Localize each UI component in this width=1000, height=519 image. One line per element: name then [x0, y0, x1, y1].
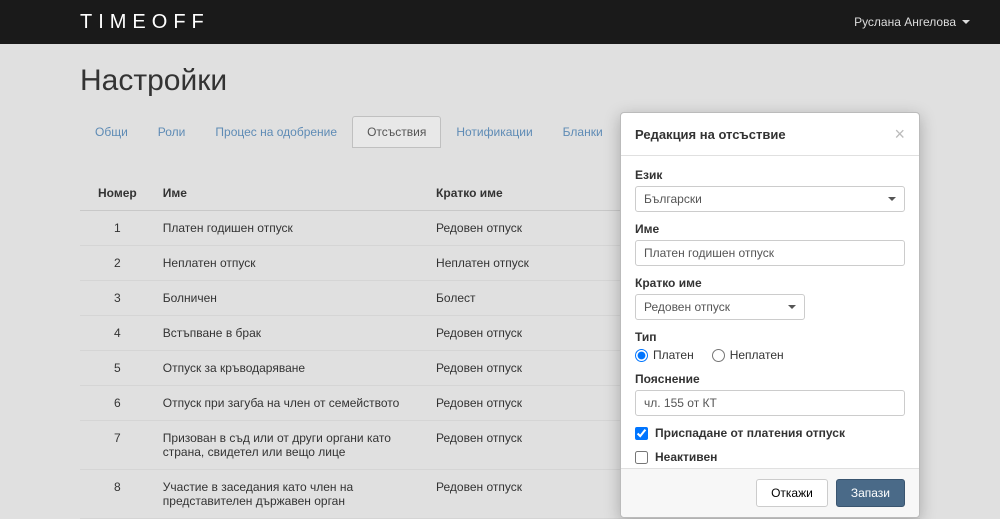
language-value: Български — [644, 192, 702, 206]
cell-name: Болничен — [155, 281, 428, 316]
tab-roles[interactable]: Роли — [143, 116, 201, 148]
checkbox-deduct-label: Приспадане от платения отпуск — [655, 426, 845, 440]
cell-short: Редовен отпуск — [428, 386, 619, 421]
name-input[interactable] — [635, 240, 905, 266]
label-desc: Пояснение — [635, 372, 905, 386]
modal-title: Редакция на отсъствие — [635, 127, 786, 142]
label-name: Име — [635, 222, 905, 236]
cell-num: 5 — [80, 351, 155, 386]
tab-templates[interactable]: Бланки — [548, 116, 618, 148]
cell-name: Отпуск при загуба на член от семейството — [155, 386, 428, 421]
short-name-select[interactable]: Редовен отпуск — [635, 294, 805, 320]
language-select[interactable]: Български — [635, 186, 905, 212]
tab-notifications[interactable]: Нотификации — [441, 116, 547, 148]
page-title: Настройки — [80, 64, 920, 98]
cell-name: Участие в заседания като член на предста… — [155, 470, 428, 519]
tab-absences[interactable]: Отсъствия — [352, 116, 441, 148]
checkbox-inactive-input[interactable] — [635, 451, 648, 464]
modal-header: Редакция на отсъствие × — [621, 113, 919, 156]
checkbox-inactive[interactable]: Неактивен — [635, 450, 905, 464]
radio-paid-label: Платен — [653, 348, 694, 362]
checkbox-inactive-label: Неактивен — [655, 450, 717, 464]
cancel-button[interactable]: Откажи — [756, 479, 828, 507]
radio-paid[interactable]: Платен — [635, 348, 694, 362]
cell-name: Встъпване в брак — [155, 316, 428, 351]
modal-footer: Откажи Запази — [621, 468, 919, 517]
desc-input[interactable] — [635, 390, 905, 416]
save-button[interactable]: Запази — [836, 479, 905, 507]
cell-num: 7 — [80, 421, 155, 470]
label-short: Кратко име — [635, 276, 905, 290]
chevron-down-icon — [962, 20, 970, 24]
cell-num: 8 — [80, 470, 155, 519]
chevron-down-icon — [788, 305, 796, 309]
chevron-down-icon — [888, 197, 896, 201]
cell-short: Редовен отпуск — [428, 470, 619, 519]
cell-short: Болест — [428, 281, 619, 316]
cell-short: Неплатен отпуск — [428, 246, 619, 281]
checkbox-deduct[interactable]: Приспадане от платения отпуск — [635, 426, 905, 440]
label-language: Език — [635, 168, 905, 182]
th-short: Кратко име — [428, 176, 619, 211]
cell-short: Редовен отпуск — [428, 316, 619, 351]
tab-approval[interactable]: Процес на одобрение — [200, 116, 352, 148]
user-menu[interactable]: Руслана Ангелова — [854, 15, 970, 29]
cell-name: Неплатен отпуск — [155, 246, 428, 281]
edit-absence-modal: Редакция на отсъствие × Език Български И… — [620, 112, 920, 518]
cell-num: 4 — [80, 316, 155, 351]
checkbox-deduct-input[interactable] — [635, 427, 648, 440]
user-name: Руслана Ангелова — [854, 15, 956, 29]
modal-body: Език Български Име Кратко име Редовен от… — [621, 156, 919, 468]
cell-name: Призован в съд или от други органи като … — [155, 421, 428, 470]
radio-unpaid-input[interactable] — [712, 349, 725, 362]
label-type: Тип — [635, 330, 905, 344]
tab-general[interactable]: Общи — [80, 116, 143, 148]
cell-num: 1 — [80, 211, 155, 246]
cell-num: 2 — [80, 246, 155, 281]
radio-paid-input[interactable] — [635, 349, 648, 362]
cell-short: Редовен отпуск — [428, 211, 619, 246]
cell-short: Редовен отпуск — [428, 351, 619, 386]
close-icon[interactable]: × — [894, 125, 905, 143]
top-bar: TIMEOFF Руслана Ангелова — [0, 0, 1000, 44]
cell-num: 3 — [80, 281, 155, 316]
short-name-value: Редовен отпуск — [644, 300, 730, 314]
th-name: Име — [155, 176, 428, 211]
brand-logo: TIMEOFF — [80, 11, 210, 34]
cell-name: Отпуск за кръводаряване — [155, 351, 428, 386]
radio-unpaid-label: Неплатен — [730, 348, 784, 362]
th-number: Номер — [80, 176, 155, 211]
cell-name: Платен годишен отпуск — [155, 211, 428, 246]
cell-num: 6 — [80, 386, 155, 421]
cell-short: Редовен отпуск — [428, 421, 619, 470]
radio-unpaid[interactable]: Неплатен — [712, 348, 784, 362]
